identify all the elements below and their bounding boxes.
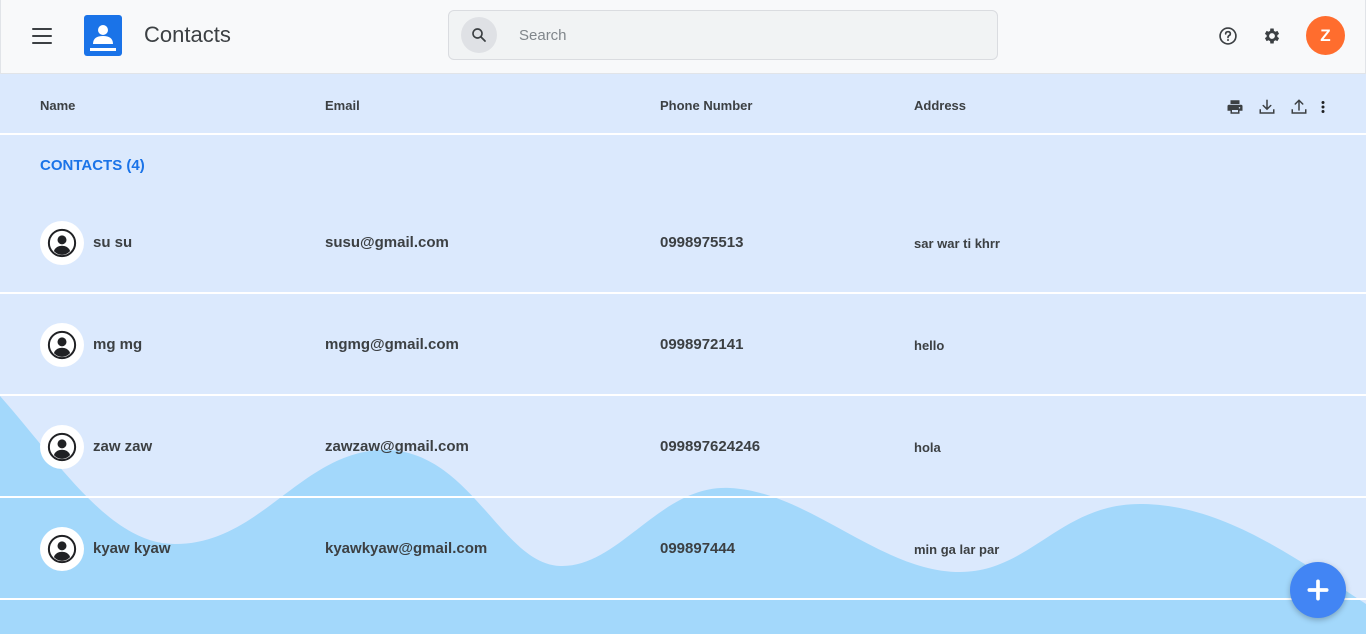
person-icon	[40, 323, 84, 367]
person-icon	[40, 425, 84, 469]
contact-row[interactable]: su su susu@gmail.com 0998975513 sar war …	[0, 192, 1366, 294]
contact-address: hola	[914, 440, 941, 455]
contact-phone: 0998972141	[660, 336, 744, 353]
contacts-count-label: CONTACTS (4)	[40, 157, 145, 174]
search-input[interactable]	[519, 11, 979, 59]
print-icon[interactable]	[1226, 98, 1244, 116]
add-contact-button[interactable]	[1290, 562, 1346, 618]
column-name[interactable]: Name	[40, 98, 75, 113]
gear-icon[interactable]	[1261, 25, 1283, 47]
plus-icon	[1307, 579, 1329, 601]
contact-email: kyawkyaw@gmail.com	[325, 540, 488, 557]
person-icon	[40, 527, 84, 571]
contact-phone: 0998975513	[660, 234, 744, 251]
more-vert-icon[interactable]	[1314, 98, 1332, 116]
search-bar	[448, 10, 998, 60]
download-icon[interactable]	[1258, 98, 1276, 116]
column-email[interactable]: Email	[325, 98, 360, 113]
app-title: Contacts	[144, 22, 231, 47]
menu-icon[interactable]	[25, 20, 59, 52]
contact-email: zawzaw@gmail.com	[325, 438, 469, 455]
contact-email: susu@gmail.com	[325, 234, 449, 251]
contact-email: mgmg@gmail.com	[325, 336, 459, 353]
column-address[interactable]: Address	[914, 98, 966, 113]
account-avatar[interactable]: Z	[1306, 16, 1345, 55]
column-header-row: Name Email Phone Number Address	[0, 74, 1366, 135]
search-icon[interactable]	[461, 17, 497, 53]
contact-name: zaw zaw	[93, 438, 153, 455]
contact-address: hello	[914, 338, 945, 353]
contact-row[interactable]: zaw zaw zawzaw@gmail.com 099897624246 ho…	[0, 396, 1366, 498]
help-icon[interactable]	[1217, 25, 1239, 47]
column-phone[interactable]: Phone Number	[660, 98, 752, 113]
contacts-list-area: Name Email Phone Number Address CONTACTS…	[0, 74, 1366, 634]
upload-icon[interactable]	[1290, 98, 1308, 116]
contact-name: mg mg	[93, 336, 143, 353]
person-icon	[40, 221, 84, 265]
contact-phone: 099897444	[660, 540, 736, 557]
contacts-logo-icon	[84, 15, 122, 56]
top-app-bar: Contacts Z	[0, 0, 1366, 74]
contact-row[interactable]: kyaw kyaw kyawkyaw@gmail.com 099897444 m…	[0, 498, 1366, 600]
contact-name: su su	[93, 234, 133, 251]
contact-row[interactable]: mg mg mgmg@gmail.com 0998972141 hello	[0, 294, 1366, 396]
contact-name: kyaw kyaw	[93, 540, 171, 557]
contact-phone: 099897624246	[660, 438, 761, 455]
contact-address: min ga lar par	[914, 542, 1000, 557]
contact-address: sar war ti khrr	[914, 236, 1000, 251]
